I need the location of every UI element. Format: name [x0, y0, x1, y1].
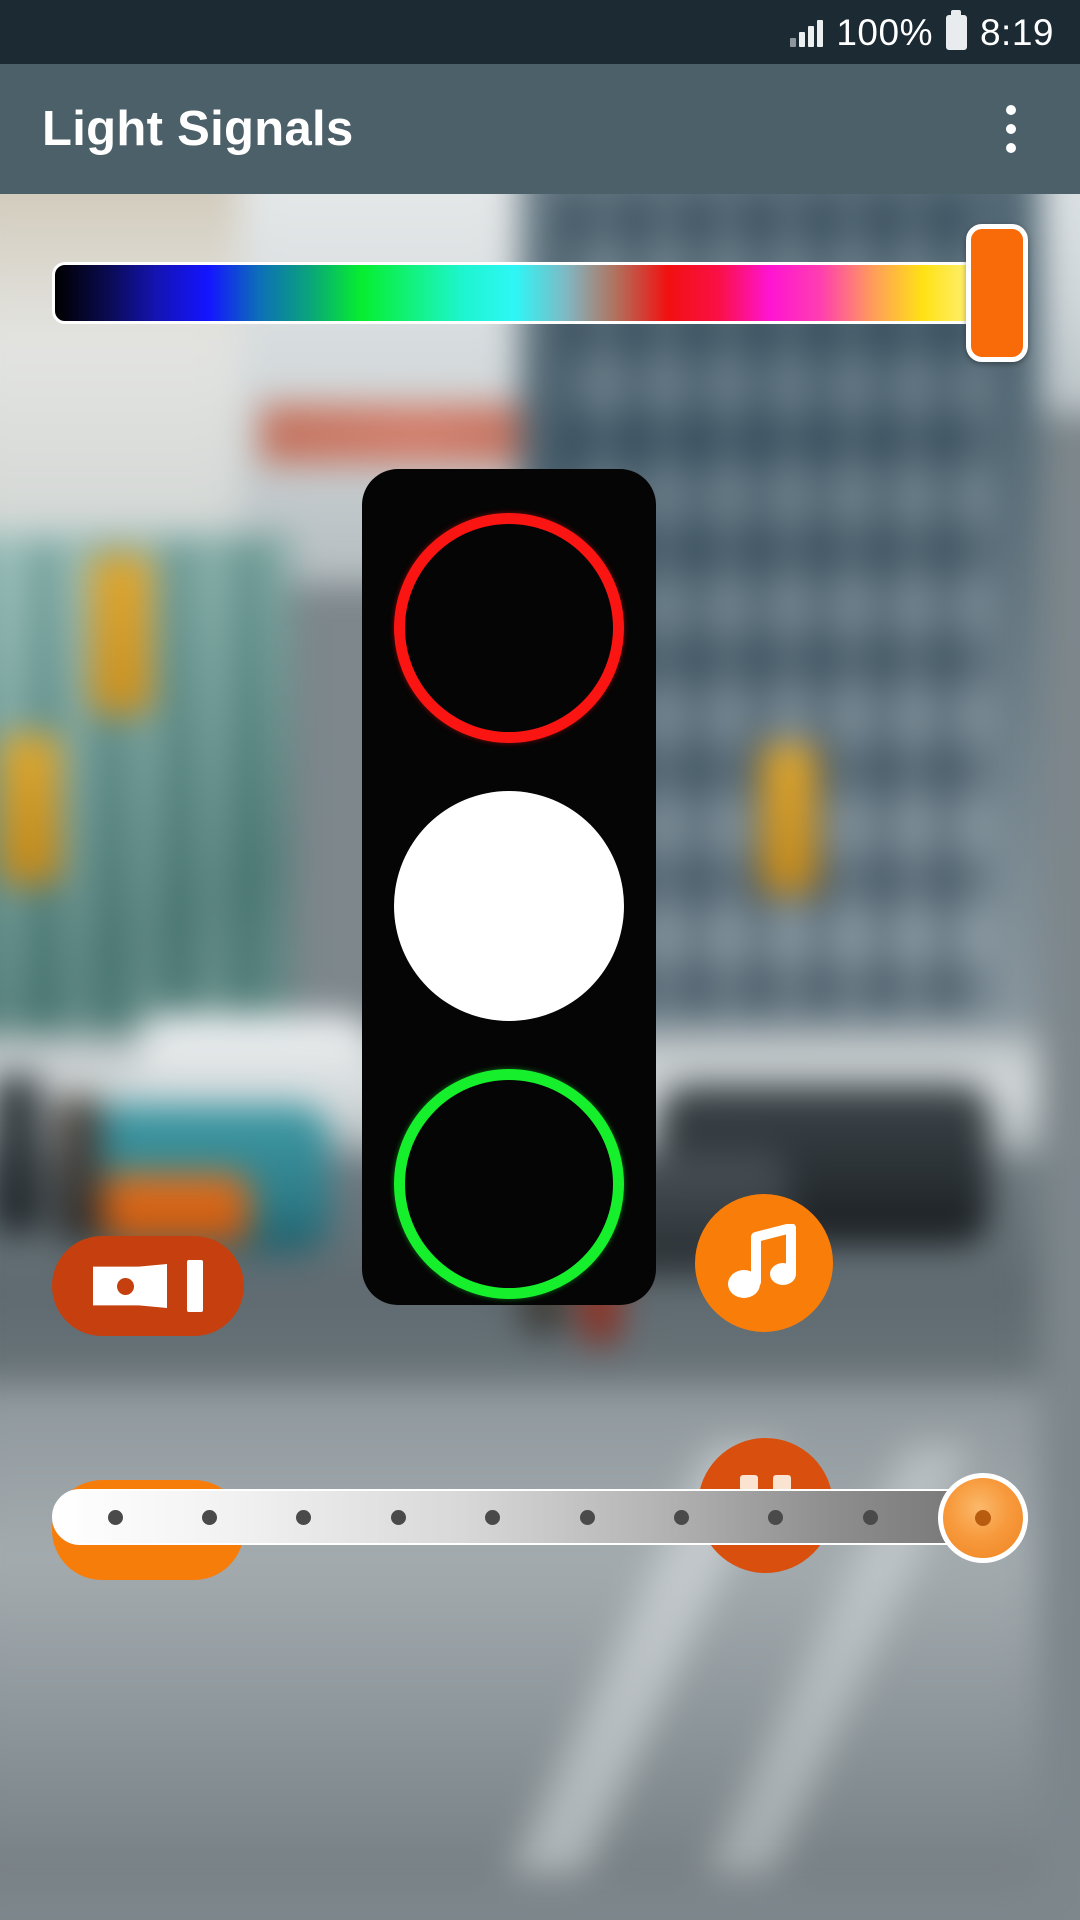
brightness-thumb-center-dot — [975, 1510, 991, 1526]
flashlight-button[interactable] — [52, 1236, 244, 1336]
brightness-tick — [862, 1509, 878, 1525]
battery-full-icon — [945, 14, 967, 50]
brightness-slider-thumb[interactable] — [938, 1473, 1028, 1563]
page-title: Light Signals — [42, 102, 354, 156]
brightness-tick — [202, 1509, 218, 1525]
music-button[interactable] — [695, 1194, 833, 1332]
red-lamp[interactable] — [394, 513, 624, 743]
brightness-tick — [674, 1509, 690, 1525]
brightness-tick — [485, 1509, 501, 1525]
color-slider-thumb[interactable] — [966, 224, 1028, 362]
brightness-tick — [579, 1509, 595, 1525]
traffic-light-panel[interactable] — [362, 469, 656, 1305]
brightness-tick — [768, 1509, 784, 1525]
brightness-slider[interactable] — [52, 1473, 1028, 1563]
controls-overlay: SOS — [0, 194, 1080, 1920]
flashlight-icon — [93, 1258, 203, 1314]
color-picker-slider[interactable] — [52, 224, 1028, 362]
clock-label: 8:19 — [979, 11, 1054, 53]
app-bar: Light Signals — [0, 64, 1080, 194]
brightness-tick — [390, 1509, 406, 1525]
white-lamp[interactable] — [394, 791, 624, 1021]
status-bar: 100% 8:19 — [0, 0, 1080, 64]
green-lamp[interactable] — [394, 1069, 624, 1299]
color-slider-track[interactable] — [52, 262, 1028, 324]
battery-percent-label: 100% — [836, 11, 933, 53]
brightness-tick — [296, 1509, 312, 1525]
music-note-icon — [728, 1224, 796, 1298]
brightness-tick — [107, 1509, 123, 1525]
overflow-menu-icon[interactable] — [984, 93, 1038, 165]
brightness-slider-track[interactable] — [52, 1489, 1028, 1545]
signal-bars-icon — [790, 17, 824, 47]
